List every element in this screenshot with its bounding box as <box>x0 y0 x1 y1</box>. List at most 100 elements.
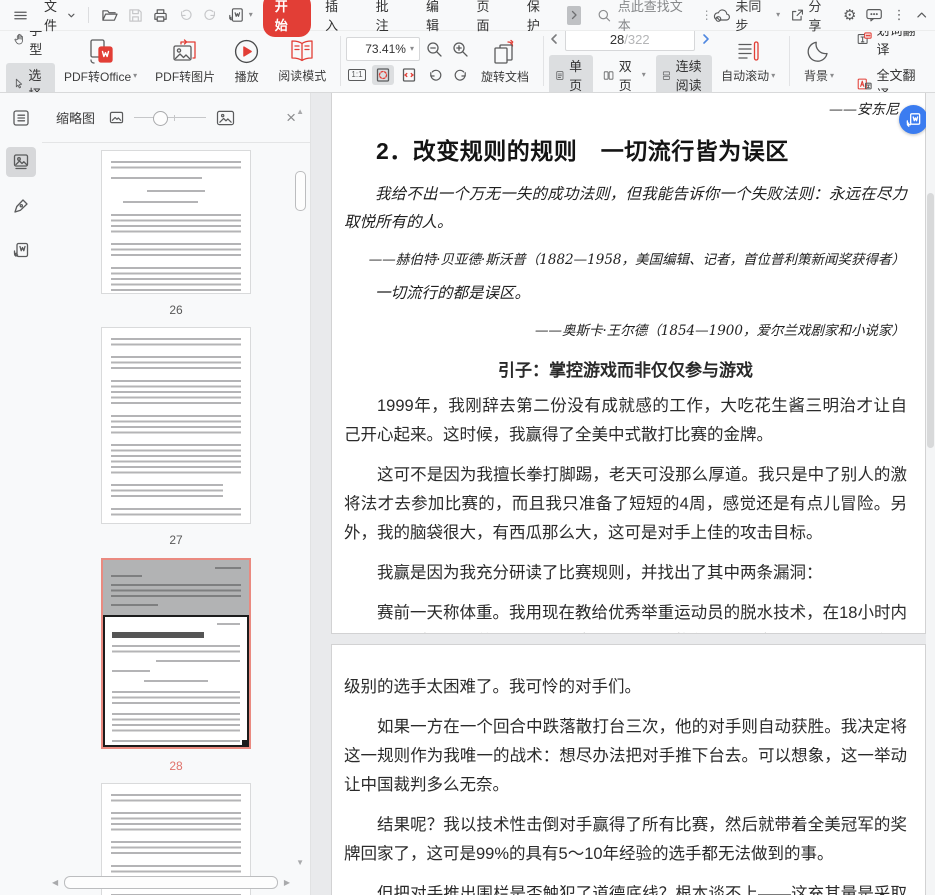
word-translate-button[interactable]: 划词翻译 <box>849 31 929 60</box>
panel-horizontal-scrollbar-thumb[interactable] <box>64 875 278 889</box>
thumbnail-panel-header: 缩略图 × <box>42 93 310 143</box>
scroll-down-icon[interactable]: ▼ <box>296 858 304 867</box>
divider <box>542 36 544 86</box>
thumbnail-page-28-selected[interactable] <box>101 558 251 749</box>
thumb-text-lines <box>147 190 205 194</box>
share-label: 分享 <box>808 0 822 33</box>
read-mode-label: 阅读模式 <box>278 69 327 83</box>
fit-width-button[interactable] <box>398 65 420 85</box>
slider-tick <box>174 114 176 121</box>
play-button[interactable]: 播放 <box>224 32 269 90</box>
undo-button[interactable] <box>173 4 198 26</box>
collapse-ribbon-icon[interactable] <box>916 11 927 19</box>
full-translate-button[interactable]: 全文翻译 <box>849 63 929 93</box>
open-file-button[interactable] <box>96 4 123 27</box>
caret-down-icon: ▾ <box>409 44 414 53</box>
total-pages: /322 <box>624 31 650 47</box>
panel-title: 缩略图 <box>56 111 96 126</box>
body-paragraph: 但把对手推出围栏是否触犯了道德底线？根本谈不上——这充其量是采取了在规则内的不常… <box>377 885 907 895</box>
quote-paragraph: 我给不出一个万无一失的成功法则，但我能告诉你一个失败法则：永远在尽力取悦所有的人… <box>344 185 907 231</box>
thumb-text-lines <box>111 243 241 259</box>
thumb-viewport-region[interactable] <box>103 615 249 747</box>
folder-open-icon <box>102 9 118 21</box>
large-thumbnail-icon[interactable] <box>216 110 235 126</box>
page-label-28[interactable]: 28 <box>42 759 310 773</box>
rotate-document-button[interactable]: 旋转文档 <box>472 32 538 90</box>
zoom-in-button[interactable] <box>450 39 472 59</box>
panel-horizontal-scrollbar[interactable]: ◀ ▶ <box>52 875 290 889</box>
convert-panel-button[interactable] <box>6 235 36 265</box>
pdf-to-image-button[interactable]: PDF转图片 <box>146 32 224 90</box>
feedback-icon[interactable] <box>866 8 883 22</box>
main-menu-button[interactable] <box>8 4 33 27</box>
sign-panel-button[interactable] <box>6 191 36 221</box>
read-mode-button[interactable]: 阅读模式 <box>269 32 335 90</box>
zoom-in-icon <box>453 41 469 57</box>
settings-gear-icon[interactable]: ⚙ <box>843 8 856 23</box>
panel-vertical-scrollbar-thumb[interactable] <box>295 171 306 211</box>
pdf-to-word-floating-button[interactable] <box>899 105 928 134</box>
zoom-out-button[interactable] <box>424 39 446 59</box>
chevron-down-icon[interactable]: ▾ <box>249 11 253 19</box>
slider-handle[interactable] <box>152 110 168 126</box>
divider <box>789 36 790 86</box>
thumb-text-lines <box>111 604 158 608</box>
thumbnail-size-slider[interactable] <box>134 110 207 126</box>
background-button[interactable]: 背景 ▾ <box>795 32 843 90</box>
full-translate-label: 全文翻译 <box>876 67 916 93</box>
continuous-read-button[interactable]: 连续阅读 <box>655 55 713 93</box>
select-tool-button[interactable]: 选择 <box>6 62 56 92</box>
thumbnail-panel: 缩略图 × 26 27 28 ▲ ▼ ◀ ▶ <box>42 93 311 895</box>
pdf-to-word-float-icon <box>906 113 921 127</box>
document-view[interactable]: ——安东尼 2．改变规则的规则 一切流行皆为误区 我给不出一个万无一失的成功法则… <box>311 93 935 895</box>
print-button[interactable] <box>148 4 173 27</box>
double-page-button[interactable]: 双页 ▾ <box>597 55 652 92</box>
prev-page-icon[interactable] <box>549 33 559 45</box>
thumb-text-lines <box>111 794 241 804</box>
rotate-cw-icon <box>454 69 466 81</box>
auto-scroll-button[interactable]: 自动滚动 ▾ <box>712 32 784 90</box>
actual-size-button[interactable]: 1:1 <box>346 65 368 85</box>
outline-icon <box>13 110 29 126</box>
share-button[interactable]: 分享 <box>790 0 833 34</box>
search-icon <box>598 9 611 21</box>
single-page-button[interactable]: 单页 <box>548 55 593 93</box>
more-options-icon[interactable]: ⋮ <box>893 7 906 23</box>
thumb-text-lines <box>111 356 241 372</box>
page-label-27[interactable]: 27 <box>42 533 310 547</box>
tab-expand-button[interactable] <box>567 5 582 25</box>
zoom-level-select[interactable]: 73.41% ▾ <box>345 37 420 61</box>
main-vertical-scrollbar-thumb[interactable] <box>927 193 934 448</box>
save-button[interactable] <box>123 4 148 27</box>
zoom-level-value: 73.41% <box>365 42 406 56</box>
outline-panel-button[interactable] <box>6 103 36 133</box>
hand-tool-button[interactable]: 手型 <box>6 31 55 60</box>
close-panel-icon[interactable]: × <box>286 109 296 126</box>
rotate-cw-button[interactable] <box>450 65 472 85</box>
footnote-link[interactable]: [2] <box>431 631 443 633</box>
page-number-input[interactable]: 28 /322 <box>564 31 695 51</box>
thumbnail-panel-button[interactable] <box>6 147 36 177</box>
small-thumbnail-icon[interactable] <box>109 111 124 124</box>
thumb-text-lines <box>111 812 241 833</box>
caret-down-icon: ▾ <box>776 10 781 19</box>
redo-button[interactable] <box>198 4 223 26</box>
viewport-resize-handle[interactable] <box>242 740 247 745</box>
rotate-ccw-button[interactable] <box>424 65 446 85</box>
search-box[interactable]: 点此查找文本 ⋮ <box>597 0 713 34</box>
fit-page-button[interactable] <box>371 65 394 85</box>
scroll-left-icon[interactable]: ◀ <box>52 878 58 887</box>
main-vertical-scrollbar[interactable] <box>926 93 935 895</box>
pdf-to-office-button[interactable]: PDF转Office ▾ <box>55 32 146 90</box>
scroll-up-icon[interactable]: ▲ <box>296 107 304 116</box>
scroll-right-icon[interactable]: ▶ <box>284 878 290 887</box>
export-to-word-button[interactable] <box>223 3 249 27</box>
search-options-icon[interactable]: ⋮ <box>701 8 713 22</box>
next-page-icon[interactable] <box>701 33 711 45</box>
sync-status[interactable]: 未同步 ▾ <box>713 0 781 34</box>
single-page-label: 单页 <box>569 59 583 93</box>
page-label-26[interactable]: 26 <box>42 303 310 317</box>
thumbnail-page-26[interactable] <box>102 151 250 293</box>
continuous-read-label: 连续阅读 <box>675 59 702 93</box>
thumbnail-page-27[interactable] <box>102 328 250 523</box>
